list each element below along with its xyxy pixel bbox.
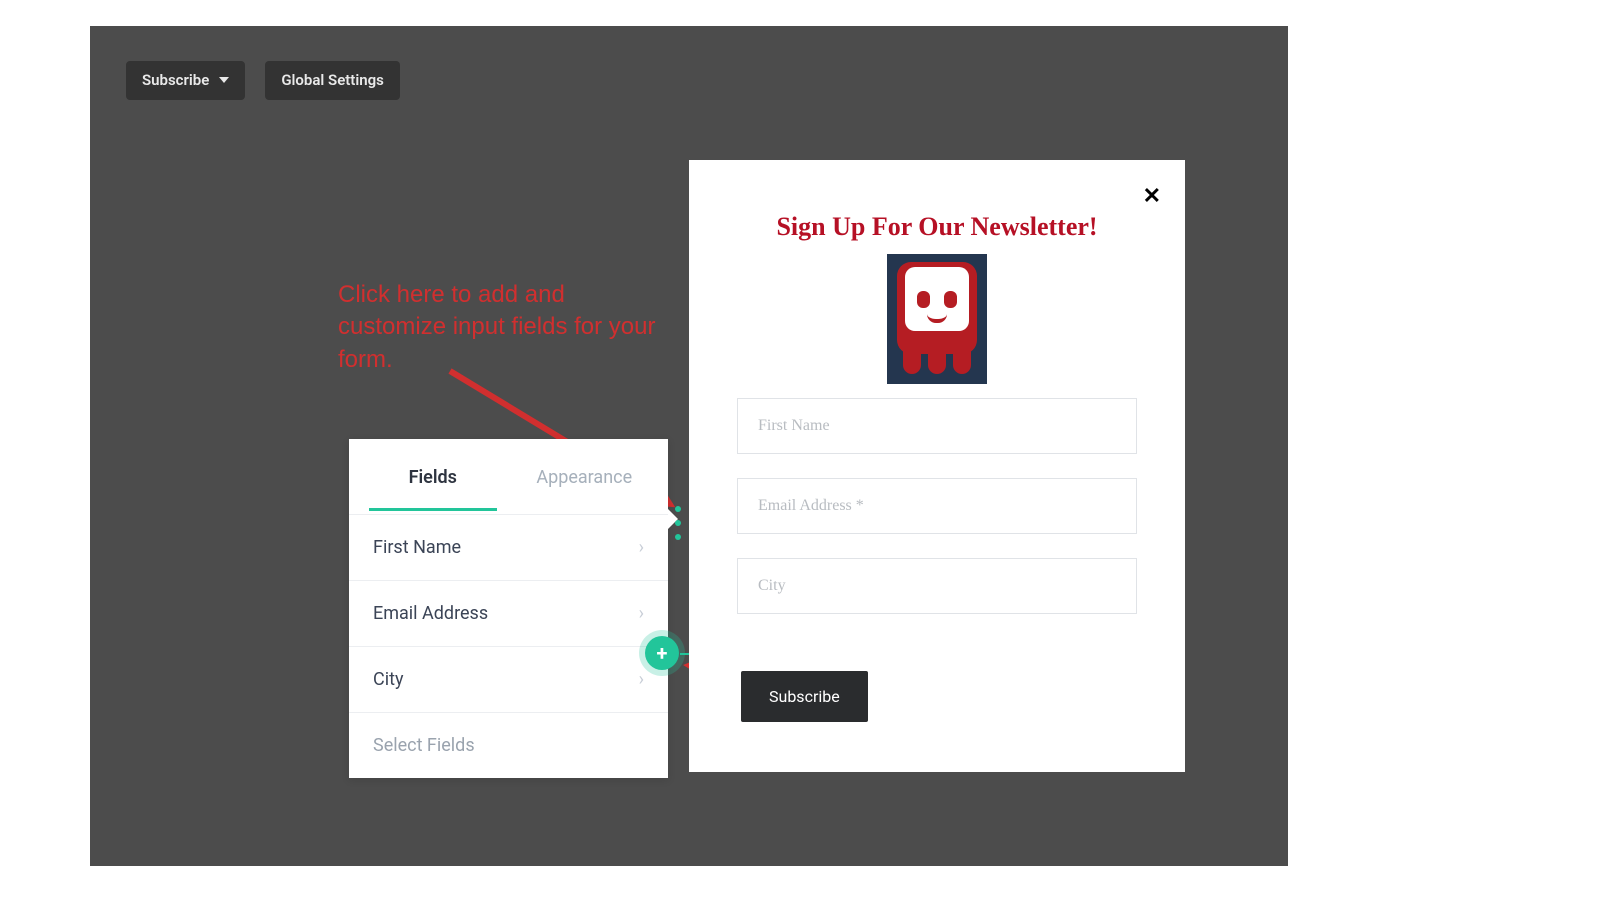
field-label: First Name [373,537,461,558]
fields-panel: Fields Appearance First Name › Email Add… [349,439,668,778]
top-toolbar: Subscribe Global Settings [126,61,400,100]
tab-appearance[interactable]: Appearance [509,443,661,510]
tab-fields[interactable]: Fields [357,443,509,510]
chevron-right-icon: › [639,603,644,624]
city-input[interactable]: City [737,558,1137,614]
field-row-city[interactable]: City › [349,647,668,713]
caret-down-icon [219,77,229,83]
field-row-first-name[interactable]: First Name › [349,515,668,581]
field-label: Email Address [373,603,488,624]
close-icon[interactable]: ✕ [1143,184,1161,209]
editor-canvas: Subscribe Global Settings Click here to … [90,26,1288,866]
chevron-right-icon: › [639,537,644,558]
subscribe-dropdown[interactable]: Subscribe [126,61,245,100]
form-preview: ✕ Sign Up For Our Newsletter! First Name… [689,160,1185,772]
select-fields-row[interactable]: Select Fields [349,713,668,778]
first-name-input[interactable]: First Name [737,398,1137,454]
plus-icon: + [657,641,668,665]
drag-handle-icon[interactable] [675,506,681,540]
add-block-button[interactable]: + [645,636,679,670]
email-input[interactable]: Email Address * [737,478,1137,534]
subscribe-submit-button[interactable]: Subscribe [741,671,868,722]
field-label: City [373,669,404,690]
panel-tabs: Fields Appearance [349,439,668,515]
global-settings-label: Global Settings [281,71,384,89]
form-logo [887,254,987,384]
form-headline: Sign Up For Our Newsletter! [689,212,1185,242]
field-row-email[interactable]: Email Address › [349,581,668,647]
preview-form-body: First Name Email Address * City [737,398,1137,614]
global-settings-button[interactable]: Global Settings [265,61,400,100]
select-fields-label: Select Fields [373,735,475,756]
annotation-fields-hint: Click here to add and customize input fi… [338,279,658,376]
subscribe-label: Subscribe [142,71,209,89]
chevron-right-icon: › [639,669,644,690]
mascot-icon [897,262,977,354]
